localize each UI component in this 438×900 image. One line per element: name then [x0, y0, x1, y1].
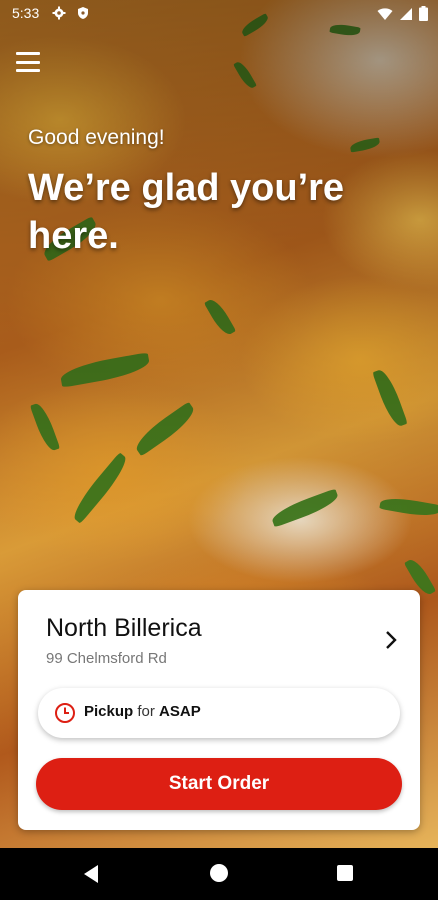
- signal-icon: [400, 7, 412, 20]
- pickup-mode: Pickup: [84, 703, 134, 720]
- status-time: 5:33: [12, 5, 40, 21]
- gear-icon: [52, 6, 66, 20]
- store-name: North Billerica: [46, 614, 202, 642]
- location-selector[interactable]: North Billerica 99 Chelmsford Rd: [18, 590, 420, 680]
- pickup-time: ASAP: [159, 703, 201, 720]
- hamburger-menu-icon[interactable]: [16, 52, 40, 72]
- greeting-text: Good evening!: [28, 126, 165, 149]
- system-nav-bar: [0, 848, 438, 900]
- pickup-text: Pickup for ASAP: [84, 703, 201, 720]
- recents-icon[interactable]: [337, 865, 353, 881]
- pickup-connector: for: [137, 703, 155, 720]
- chevron-right-icon: [386, 631, 397, 649]
- clock-icon: [55, 703, 75, 723]
- wifi-icon: [377, 7, 393, 20]
- back-icon[interactable]: [82, 864, 100, 884]
- start-order-button[interactable]: Start Order: [36, 758, 402, 810]
- order-card: North Billerica 99 Chelmsford Rd Pickup …: [18, 590, 420, 830]
- headline: We’re glad you’re here.: [28, 167, 345, 257]
- shield-icon: [78, 7, 88, 19]
- status-bar: 5:33: [0, 0, 438, 28]
- battery-icon: [419, 6, 428, 21]
- store-address: 99 Chelmsford Rd: [46, 650, 167, 667]
- home-icon[interactable]: [210, 864, 228, 882]
- pickup-time-selector[interactable]: Pickup for ASAP: [38, 688, 400, 738]
